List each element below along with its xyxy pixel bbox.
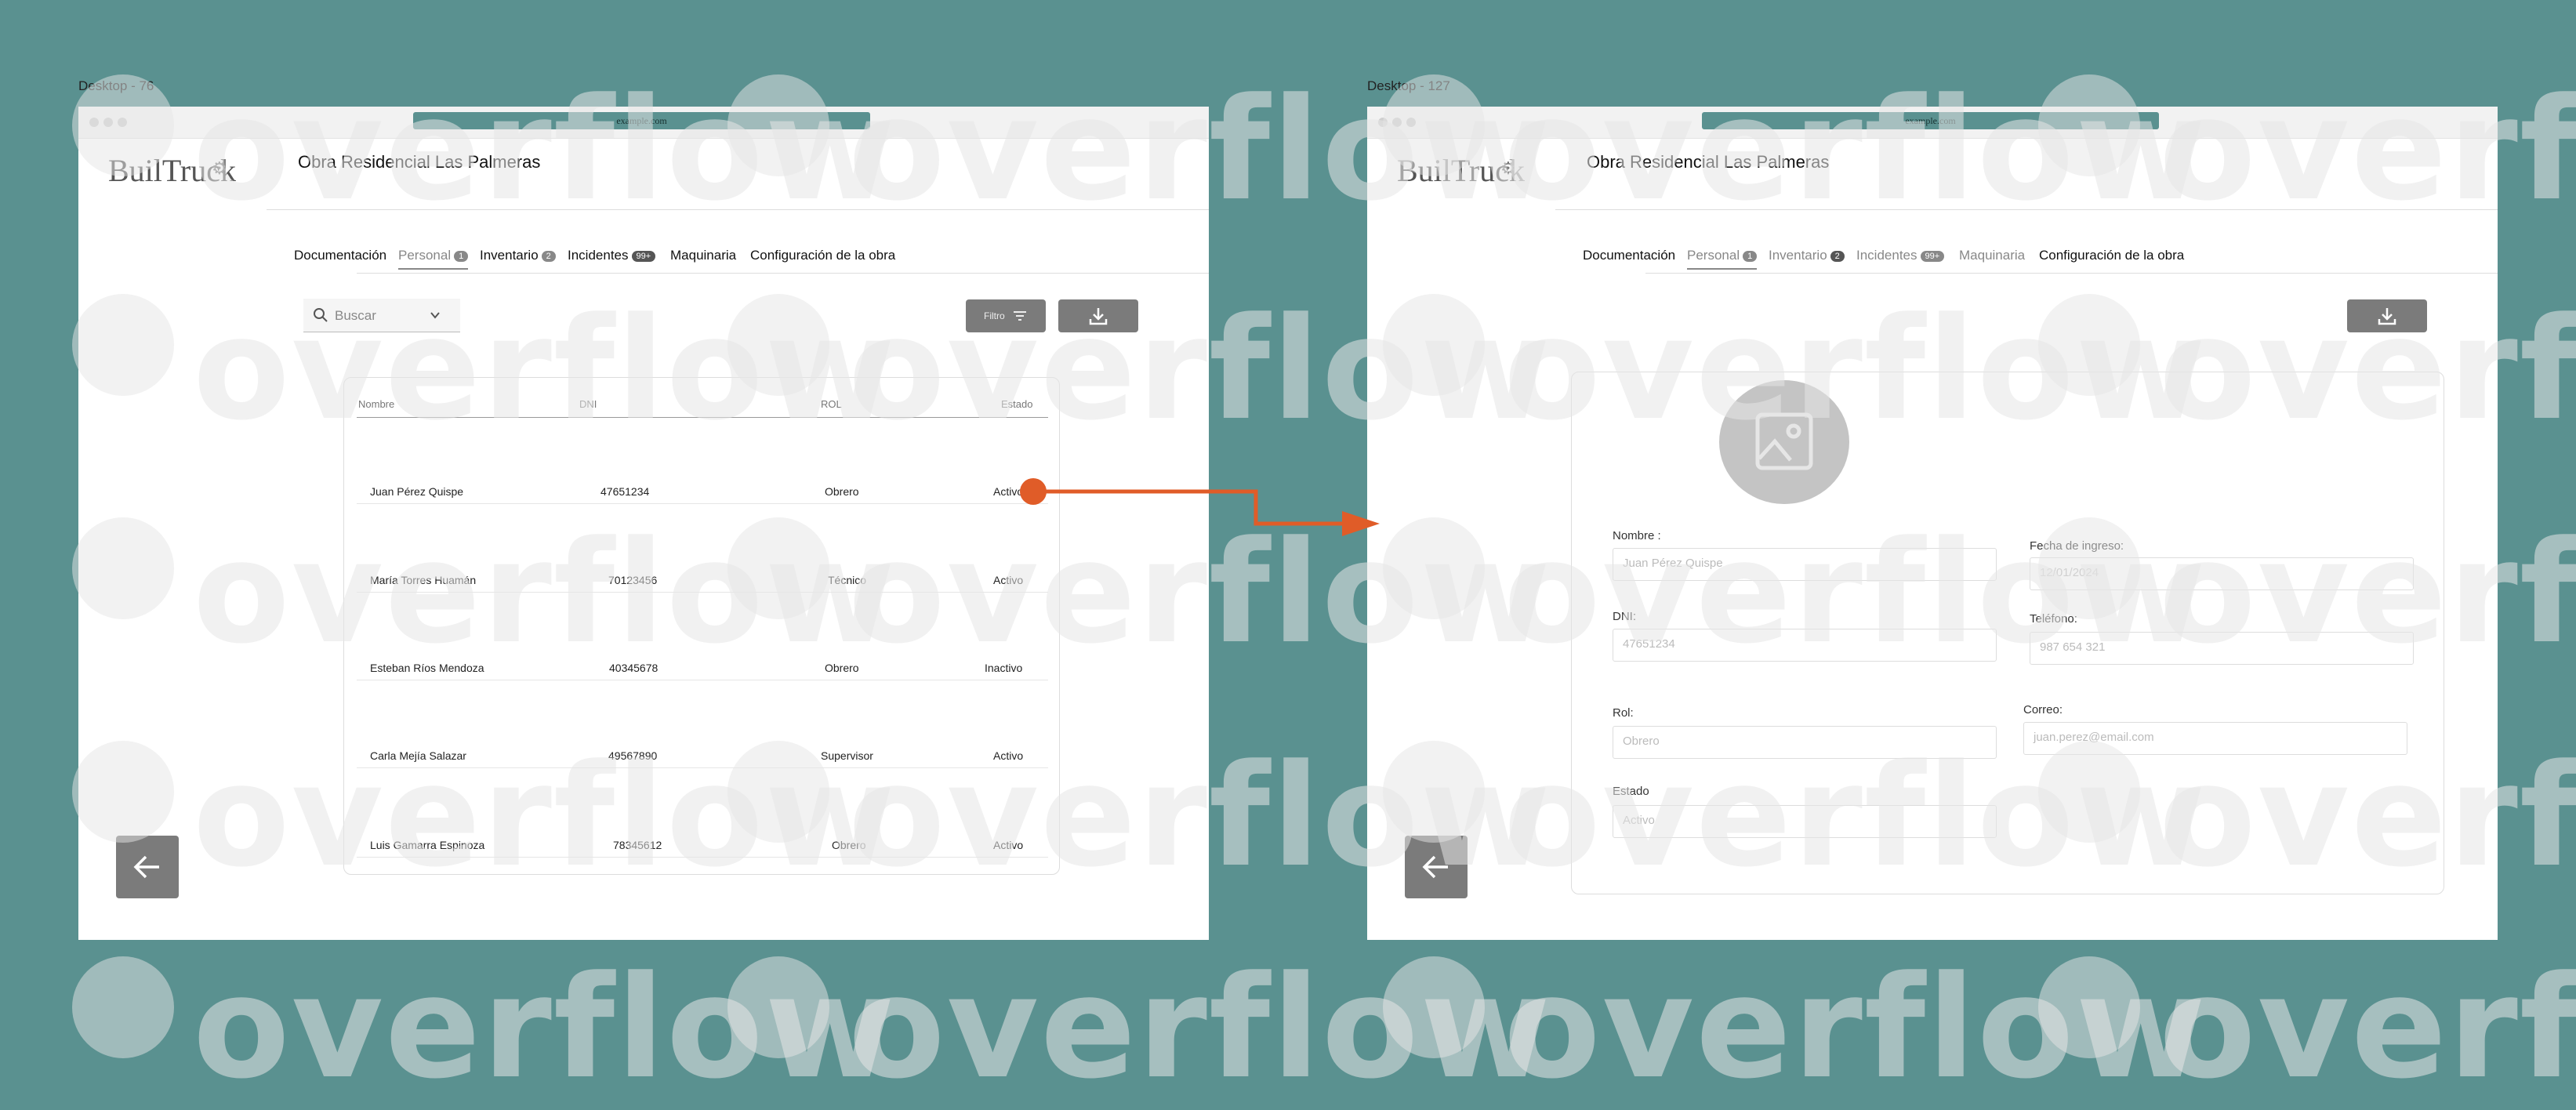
connector-arrowhead-icon bbox=[1342, 511, 1380, 536]
connector-hotspot bbox=[1020, 478, 1047, 505]
connector-line bbox=[1033, 489, 1360, 526]
prototype-connector bbox=[1020, 478, 1380, 536]
